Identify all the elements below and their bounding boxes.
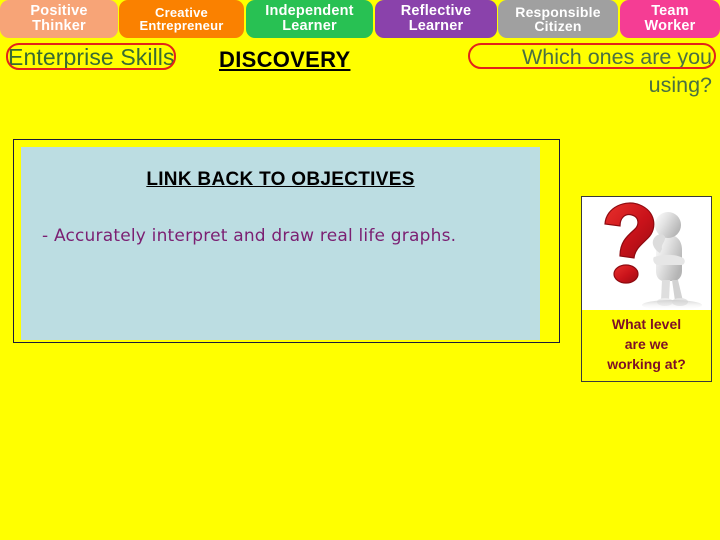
skill-tab-label-line1: Independent	[265, 3, 354, 20]
thinking-figure	[652, 212, 688, 306]
objectives-title: LINK BACK TO OBJECTIVES	[146, 169, 415, 190]
skill-tab-label-line1: Creative	[155, 4, 208, 20]
enterprise-skills-highlight-outline	[6, 43, 176, 70]
caption-line1: What level	[611, 316, 682, 332]
skill-tab-creative-entrepreneur[interactable]: Creative Entrepreneur	[119, 0, 244, 38]
skill-tab-label-line1: Team	[651, 3, 689, 20]
skill-tab-responsible-citizen[interactable]: Responsible Citizen	[498, 0, 618, 38]
caption-line3: working at?	[607, 355, 686, 372]
question-mark-hook	[604, 202, 655, 259]
which-ones-highlight-outline	[468, 43, 716, 69]
skill-tab-positive-thinker[interactable]: Positive Thinker	[0, 0, 118, 38]
question-mark-illustration	[582, 197, 711, 310]
skill-tab-team-worker[interactable]: Team Worker	[620, 0, 720, 38]
skill-tab-label-line2: Entrepreneur	[139, 18, 224, 33]
question-mark-dot	[613, 264, 639, 284]
objectives-body-text: - Accurately interpret and draw real lif…	[42, 226, 457, 246]
skill-tab-label-line2: Learner	[408, 18, 464, 34]
skill-tab-reflective-learner[interactable]: Reflective Learner	[375, 0, 497, 38]
discovery-title: DISCOVERY	[219, 47, 351, 72]
which-ones-line2: using?	[648, 72, 712, 97]
what-level-panel: What level are we working at?	[581, 196, 712, 382]
skill-tab-label-line1: Positive	[30, 3, 88, 20]
skill-tab-independent-learner[interactable]: Independent Learner	[246, 0, 373, 38]
skill-tab-label-line2: Citizen	[534, 18, 582, 34]
skill-tab-label-line1: Reflective	[400, 3, 472, 20]
objectives-panel: LINK BACK TO OBJECTIVES - Accurately int…	[21, 147, 540, 340]
caption-line2: are we	[624, 335, 669, 352]
skill-tab-label-line1: Responsible	[515, 3, 601, 20]
skills-tab-band: Positive Thinker Creative Entrepreneur I…	[0, 0, 720, 38]
what-level-caption: What level are we working at?	[582, 310, 711, 375]
question-mark-icon	[604, 202, 702, 310]
skill-tab-label-line2: Thinker	[32, 18, 86, 34]
skill-tab-label-line2: Learner	[282, 18, 337, 34]
skill-tab-label-line2: Worker	[644, 18, 696, 34]
